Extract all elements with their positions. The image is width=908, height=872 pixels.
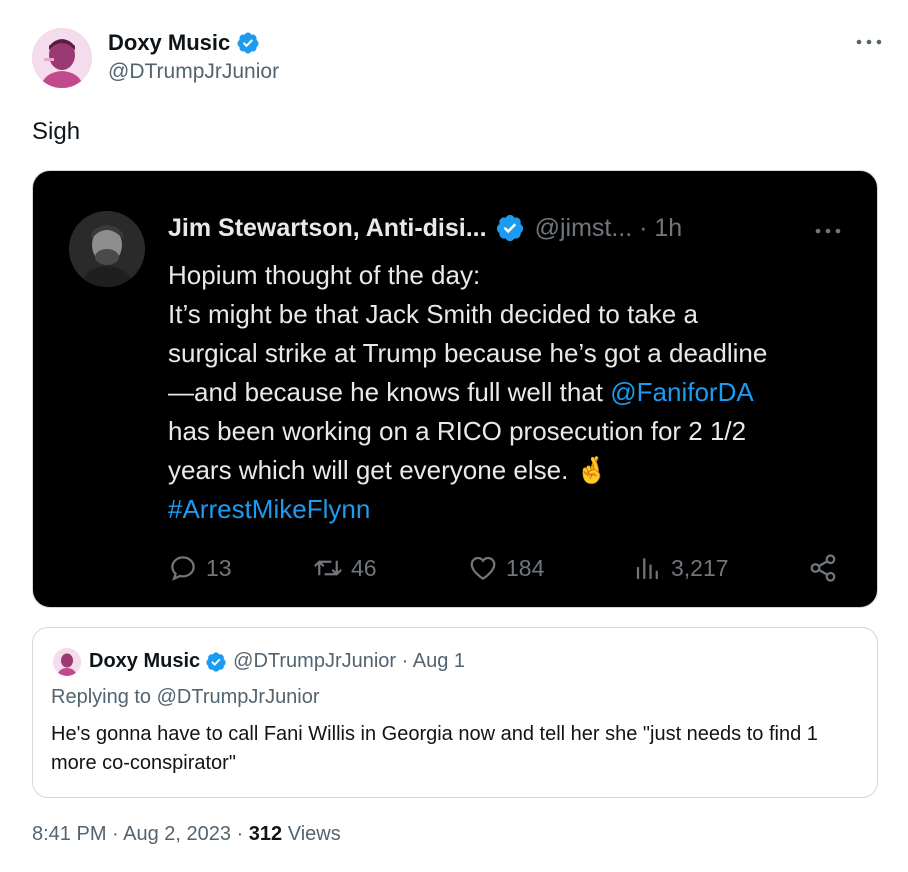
like-action: 184 (468, 553, 544, 583)
hashtag-link: #ArrestMikeFlynn (168, 494, 371, 524)
reply-action: 13 (168, 553, 232, 583)
quoted-avatar (53, 648, 81, 676)
quoted-author-name: Doxy Music (89, 650, 201, 672)
quoted-handle-date: @DTrumpJrJunior · Aug 1 (233, 650, 466, 672)
verified-badge-icon (206, 651, 226, 672)
screenshot-author-name: Jim Stewartson, Anti-disi... (168, 213, 487, 242)
replying-to: Replying to @DTrumpJrJunior (51, 686, 320, 708)
screenshot-tweet-text: Hopium thought of the day: It’s might be… (168, 256, 858, 529)
views-count: 3,217 (671, 554, 729, 581)
text-line: years which will get everyone else. 🤞 (168, 451, 858, 490)
reply-icon (171, 556, 195, 581)
quoted-tweet[interactable]: Doxy Music @DTrumpJrJunior · Aug 1 Reply… (32, 627, 878, 798)
text-segment: —and because he knows full well that (168, 377, 611, 407)
attached-image[interactable]: Jim Stewartson, Anti-disi... @jimst... ·… (32, 170, 878, 608)
time-date[interactable]: 8:41 PM · Aug 2, 2023 · (32, 823, 249, 845)
views-label: Views (282, 823, 341, 845)
screenshot-handle-time: @jimst... · 1h (534, 213, 683, 242)
quoted-tweet-text: He's gonna have to call Fani Willis in G… (51, 723, 818, 774)
screenshot-action-bar: 13 46 184 3,217 (168, 553, 848, 587)
text-line: has been working on a RICO prosecution f… (168, 416, 747, 446)
retweet-action: 46 (313, 553, 377, 583)
tweet-timestamp: 8:41 PM · Aug 2, 2023 · 312 Views (32, 823, 341, 846)
mention-link: @FaniforDA (610, 377, 754, 407)
tweet-text: Sigh (32, 118, 81, 145)
screenshot-avatar (69, 211, 145, 287)
more-options-icon (815, 228, 841, 234)
heart-icon (470, 556, 496, 580)
tweet-header: Doxy Music @DTrumpJrJunior (32, 28, 892, 90)
analytics-icon (636, 558, 658, 580)
like-count: 184 (506, 554, 545, 581)
avatar[interactable] (32, 28, 92, 88)
text-segment: years which will get everyone else. (168, 455, 576, 485)
crossed-fingers-emoji: 🤞 (575, 455, 608, 485)
author-display-name[interactable]: Doxy Music (108, 30, 230, 56)
retweet-count: 46 (351, 554, 377, 581)
retweet-icon (314, 560, 342, 576)
text-line: surgical strike at Trump because he’s go… (168, 338, 768, 368)
reply-count: 13 (206, 554, 232, 581)
text-line: It’s might be that Jack Smith decided to… (168, 299, 698, 329)
verified-badge-icon (237, 32, 259, 54)
views-action: 3,217 (633, 553, 729, 583)
text-line: Hopium thought of the day: (168, 260, 481, 290)
views-number[interactable]: 312 (249, 823, 282, 845)
author-handle[interactable]: @DTrumpJrJunior (108, 60, 279, 84)
verified-badge-icon (496, 214, 523, 242)
share-action (808, 553, 846, 583)
more-options-icon[interactable] (854, 32, 884, 52)
text-line: —and because he knows full well that @Fa… (168, 373, 858, 412)
share-icon (810, 554, 836, 582)
